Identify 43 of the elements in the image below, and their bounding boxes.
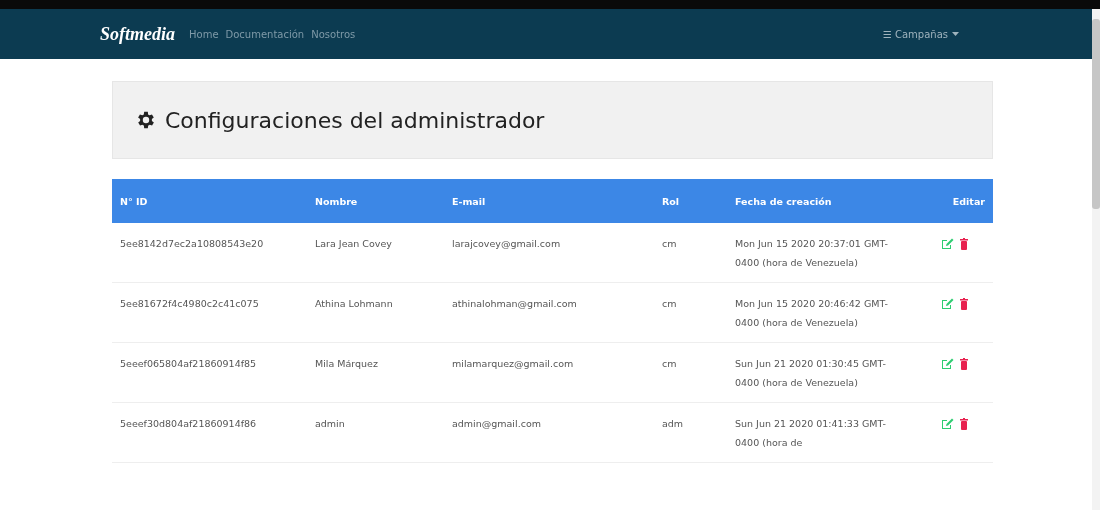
edit-icon[interactable] bbox=[941, 237, 954, 250]
nav-link[interactable]: Nosotros bbox=[311, 28, 356, 40]
column-header: Rol bbox=[661, 195, 681, 207]
table-cell-text: athinalohman@gmail.com bbox=[451, 297, 578, 311]
table-cell-text: Mila Márquez bbox=[314, 357, 379, 371]
table-cell-text: adm bbox=[661, 417, 685, 431]
table-cell-text: 5eeef065804af21860914f85 bbox=[119, 357, 258, 371]
table-cell-text: admin bbox=[314, 417, 346, 431]
table-cell-text: cm bbox=[661, 237, 678, 251]
table-cell-text: Lara Jean Covey bbox=[314, 237, 393, 251]
table-cell-text: Mon Jun 15 2020 20:46:42 GMT-0400 (hora de Venezuela) bbox=[734, 297, 889, 330]
table-cell-text: 5ee81672f4c4980c2c41c075 bbox=[119, 297, 260, 311]
table-cell-text: milamarquez@gmail.com bbox=[451, 357, 575, 371]
table-cell-text: cm bbox=[661, 357, 678, 371]
column-header: N° ID bbox=[119, 195, 149, 207]
delete-icon[interactable] bbox=[960, 237, 968, 250]
campaigns-dropdown[interactable]: ☰ Campañas bbox=[882, 28, 959, 40]
column-header: E-mail bbox=[451, 195, 487, 207]
column-header: Editar bbox=[951, 195, 986, 207]
edit-icon[interactable] bbox=[941, 357, 954, 370]
table-cell-text: 5eeef30d804af21860914f86 bbox=[119, 417, 258, 431]
scrollbar[interactable] bbox=[1092, 9, 1100, 510]
page-title: Configuraciones del administrador bbox=[165, 107, 545, 133]
delete-icon[interactable] bbox=[960, 297, 968, 310]
table-cell-text: admin@gmail.com bbox=[451, 417, 542, 431]
table-cell-text: larajcovey@gmail.com bbox=[451, 237, 562, 251]
caret-icon bbox=[952, 32, 959, 36]
nav-link[interactable]: Home bbox=[189, 28, 219, 40]
table-cell-text: Athina Lohmann bbox=[314, 297, 394, 311]
column-header: Nombre bbox=[314, 195, 359, 207]
table-cell-text: cm bbox=[661, 297, 678, 311]
table-cell-text: Sun Jun 21 2020 01:41:33 GMT-0400 (hora de bbox=[734, 417, 887, 450]
settings-icon bbox=[135, 109, 157, 131]
delete-icon[interactable] bbox=[960, 417, 968, 430]
edit-icon[interactable] bbox=[941, 297, 954, 310]
column-header: Fecha de creación bbox=[734, 195, 833, 207]
table-cell-text: 5ee8142d7ec2a10808543e20 bbox=[119, 237, 265, 251]
nav-link[interactable]: Documentación bbox=[225, 28, 305, 40]
edit-icon[interactable] bbox=[941, 417, 954, 430]
table-cell-text: Sun Jun 21 2020 01:30:45 GMT-0400 (hora de Venezuela) bbox=[734, 357, 887, 390]
delete-icon[interactable] bbox=[960, 357, 968, 370]
brand-logo[interactable]: Softmedia bbox=[100, 23, 175, 45]
table-cell-text: Mon Jun 15 2020 20:37:01 GMT-0400 (hora de Venezuela) bbox=[734, 237, 889, 270]
